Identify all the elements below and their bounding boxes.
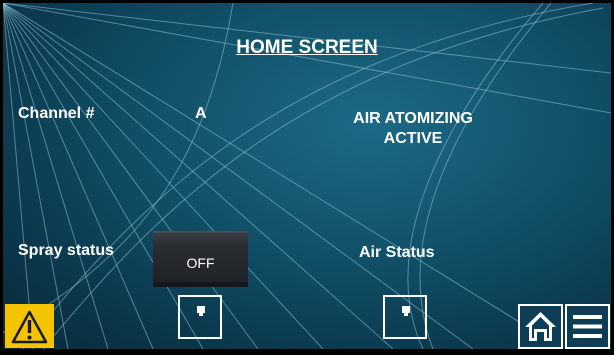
home-icon [525, 312, 556, 341]
air-status-label: Air Status [359, 244, 435, 261]
spray-toggle-button[interactable]: OFF [153, 231, 248, 287]
spray-status-label: Spray status [18, 242, 115, 259]
mode-status-text: AIR ATOMIZING ACTIVE [333, 109, 493, 149]
spray-status-indicator [178, 295, 222, 339]
mode-status-line1: AIR ATOMIZING [353, 110, 473, 127]
spray-toggle-label: OFF [186, 255, 215, 271]
pin-icon [197, 306, 205, 316]
hmi-screen: HOME SCREEN Channel # A AIR ATOMIZING AC… [3, 3, 611, 349]
channel-value: A [195, 105, 207, 122]
mode-status-line2: ACTIVE [383, 130, 443, 147]
menu-button[interactable] [565, 304, 610, 349]
pin-icon [402, 306, 410, 316]
warning-button[interactable] [5, 304, 54, 348]
air-status-indicator [383, 295, 427, 339]
hamburger-menu-icon [573, 315, 602, 338]
warning-triangle-icon [11, 310, 48, 344]
page-title: HOME SCREEN [236, 37, 378, 58]
channel-label: Channel # [18, 105, 95, 122]
home-button[interactable] [518, 304, 563, 349]
